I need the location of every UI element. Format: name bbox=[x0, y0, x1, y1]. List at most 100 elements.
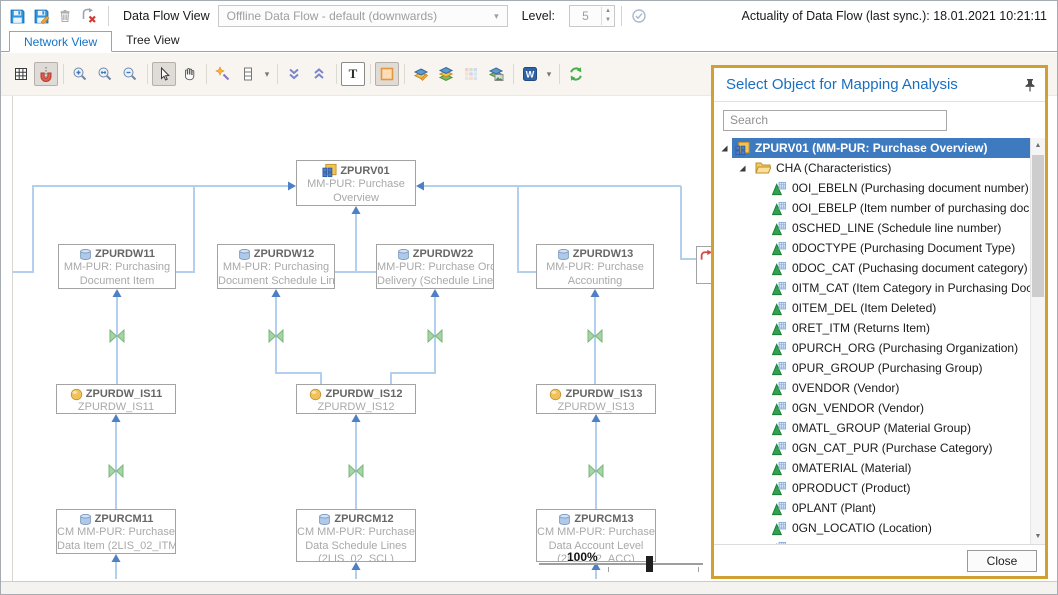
tab-network-view[interactable]: Network View bbox=[9, 31, 112, 52]
node-ZPURV01[interactable]: ZPURV01MM-PUR: PurchaseOverview bbox=[296, 160, 416, 206]
node-ZPURDW13[interactable]: ZPURDW13MM-PUR: PurchaseAccounting bbox=[536, 244, 654, 289]
export-word-dropdown-arrow[interactable]: ▾ bbox=[543, 62, 555, 86]
tree-expander-icon[interactable] bbox=[720, 144, 729, 153]
stepper-down-icon[interactable]: ▼ bbox=[602, 16, 614, 25]
tree-item[interactable]: 0DOCTYPE (Purchasing Document Type) bbox=[714, 238, 1030, 258]
frame-mode-button[interactable] bbox=[375, 62, 399, 86]
pan-tool-button[interactable] bbox=[177, 62, 201, 86]
panel-search-area bbox=[714, 102, 1045, 138]
tree-item-group[interactable]: CHA (Characteristics) bbox=[714, 158, 1030, 178]
zoom-in-button[interactable] bbox=[68, 62, 92, 86]
tree-expander-icon[interactable] bbox=[738, 164, 747, 173]
separator bbox=[206, 64, 207, 84]
tree-item-label: 0ITM_CAT (Item Category in Purchasing Do… bbox=[792, 281, 1030, 295]
swimlanes-dropdown-arrow[interactable]: ▾ bbox=[261, 62, 273, 86]
tree-item[interactable]: 0GN_CAT_PUR (Purchase Category) bbox=[714, 438, 1030, 458]
tree-item[interactable]: 0ITEM_DEL (Item Deleted) bbox=[714, 298, 1030, 318]
tree-item-root[interactable]: ZPURV01 (MM-PUR: Purchase Overview) bbox=[714, 138, 1030, 158]
double-chevron-up-icon bbox=[311, 66, 327, 82]
tree-item[interactable]: 0PRODUCT (Product) bbox=[714, 478, 1030, 498]
node-ZPURDW_IS13[interactable]: ZPURDW_IS13ZPURDW_IS13 bbox=[536, 384, 656, 414]
node-ZPURCM11[interactable]: ZPURCM11CM MM-PUR: PurchaseData Item (2L… bbox=[56, 509, 176, 554]
stepper-up-icon[interactable]: ▲ bbox=[602, 7, 614, 16]
snap-toggle-button[interactable] bbox=[34, 62, 58, 86]
tree-item-label: 0SCHED_LINE (Schedule line number) bbox=[792, 221, 1001, 235]
tree-rows: ZPURV01 (MM-PUR: Purchase Overview) CHA (… bbox=[714, 138, 1030, 544]
save-button[interactable] bbox=[6, 5, 28, 27]
scrollbar-thumb[interactable] bbox=[1032, 155, 1044, 297]
scrollbar-down-icon[interactable]: ▼ bbox=[1031, 529, 1045, 544]
tree-item-label: 0GN_VENDOR (Vendor) bbox=[792, 401, 924, 415]
characteristic-icon bbox=[772, 381, 787, 396]
tree-item[interactable]: 0PLANT (Plant) bbox=[714, 498, 1030, 518]
tree-item[interactable] bbox=[714, 538, 1030, 544]
tree-item[interactable]: 0PURCH_ORG (Purchasing Organization) bbox=[714, 338, 1030, 358]
node-ZPURDW22[interactable]: ZPURDW22MM-PUR: Purchase OrderDelivery (… bbox=[376, 244, 494, 289]
scrollbar-up-icon[interactable]: ▲ bbox=[1031, 138, 1045, 153]
chevron-down-icon: ▾ bbox=[494, 11, 499, 22]
pin-icon[interactable] bbox=[1024, 78, 1036, 92]
zoom-tick bbox=[698, 567, 699, 572]
stepper-arrows[interactable]: ▲▼ bbox=[601, 7, 614, 25]
zoom-fit-button[interactable] bbox=[93, 62, 117, 86]
level-stepper[interactable]: 5 ▲▼ bbox=[569, 5, 615, 27]
canvas-zoom-slider[interactable]: 100% bbox=[539, 546, 707, 578]
tree-item[interactable]: 0SCHED_LINE (Schedule line number) bbox=[714, 218, 1030, 238]
color-grid-button[interactable] bbox=[459, 62, 483, 86]
refresh-icon bbox=[568, 66, 584, 82]
export-image-button[interactable] bbox=[484, 62, 508, 86]
node-ZPURCM12[interactable]: ZPURCM12CM MM-PUR: PurchaseData Schedule… bbox=[296, 509, 416, 562]
sync-status-button[interactable] bbox=[628, 5, 650, 27]
tree-item[interactable]: 0RET_ITM (Returns Item) bbox=[714, 318, 1030, 338]
tree-item[interactable]: 0MATL_GROUP (Material Group) bbox=[714, 418, 1030, 438]
tree-item[interactable]: 0GN_LOCATIO (Location) bbox=[714, 518, 1030, 538]
application-window: Data Flow View Offline Data Flow - defau… bbox=[0, 0, 1058, 595]
canvas-border bbox=[12, 96, 13, 581]
separator bbox=[559, 64, 560, 84]
characteristic-icon bbox=[772, 521, 787, 536]
node-ZPURDW11[interactable]: ZPURDW11MM-PUR: PurchasingDocument Item bbox=[58, 244, 176, 289]
tree-item[interactable]: 0VENDOR (Vendor) bbox=[714, 378, 1030, 398]
save-as-button[interactable] bbox=[30, 5, 52, 27]
separator bbox=[63, 64, 64, 84]
zoom-slider-handle[interactable] bbox=[646, 556, 653, 572]
node-ZPURDW_IS11[interactable]: ZPURDW_IS11ZPURDW_IS11 bbox=[56, 384, 176, 414]
node-ZPURDW12[interactable]: ZPURDW12MM-PUR: PurchasingDocument Sched… bbox=[217, 244, 335, 289]
separator bbox=[147, 64, 148, 84]
tree-item[interactable]: 0PUR_GROUP (Purchasing Group) bbox=[714, 358, 1030, 378]
tree-item[interactable]: 0DOC_CAT (Puchasing document category) bbox=[714, 258, 1030, 278]
grid-toggle-button[interactable] bbox=[9, 62, 33, 86]
characteristic-icon bbox=[772, 321, 787, 336]
tree-item[interactable]: 0ITM_CAT (Item Category in Purchasing Do… bbox=[714, 278, 1030, 298]
export-layers-button[interactable] bbox=[434, 62, 458, 86]
text-mode-button[interactable]: T bbox=[341, 62, 365, 86]
export-layers-edit-button[interactable] bbox=[409, 62, 433, 86]
tree-item-label: 0RET_ITM (Returns Item) bbox=[792, 321, 930, 335]
zoom-slider-track[interactable] bbox=[539, 563, 703, 565]
pointer-icon bbox=[156, 66, 172, 82]
search-input[interactable] bbox=[723, 110, 947, 131]
export-word-button[interactable]: W bbox=[518, 62, 542, 86]
tree-item-label: 0MATERIAL (Material) bbox=[792, 461, 911, 475]
separator bbox=[370, 64, 371, 84]
collapse-all-button[interactable] bbox=[282, 62, 306, 86]
remove-data-flow-button[interactable] bbox=[78, 5, 100, 27]
close-button[interactable]: Close bbox=[967, 550, 1037, 572]
pointer-tool-button[interactable] bbox=[152, 62, 176, 86]
zoom-out-button[interactable] bbox=[118, 62, 142, 86]
auto-layout-button[interactable] bbox=[211, 62, 235, 86]
expand-all-button[interactable] bbox=[307, 62, 331, 86]
tab-tree-view[interactable]: Tree View bbox=[112, 30, 193, 51]
swimlanes-button[interactable] bbox=[236, 62, 260, 86]
tree-item[interactable]: 0OI_EBELP (Item number of purchasing doc… bbox=[714, 198, 1030, 218]
tree-item[interactable]: 0GN_VENDOR (Vendor) bbox=[714, 398, 1030, 418]
tree-scrollbar[interactable]: ▲ ▼ bbox=[1030, 138, 1045, 544]
node-ZPURDW_IS12[interactable]: ZPURDW_IS12ZPURDW_IS12 bbox=[296, 384, 416, 414]
tree-item-label: CHA (Characteristics) bbox=[776, 161, 891, 175]
tree-item[interactable]: 0OI_EBELN (Purchasing document number) bbox=[714, 178, 1030, 198]
refresh-button[interactable] bbox=[564, 62, 588, 86]
tree-item[interactable]: 0MATERIAL (Material) bbox=[714, 458, 1030, 478]
delete-button[interactable] bbox=[54, 5, 76, 27]
data-flow-view-dropdown[interactable]: Offline Data Flow - default (downwards) … bbox=[218, 5, 508, 27]
multiprovider-icon bbox=[735, 141, 750, 156]
